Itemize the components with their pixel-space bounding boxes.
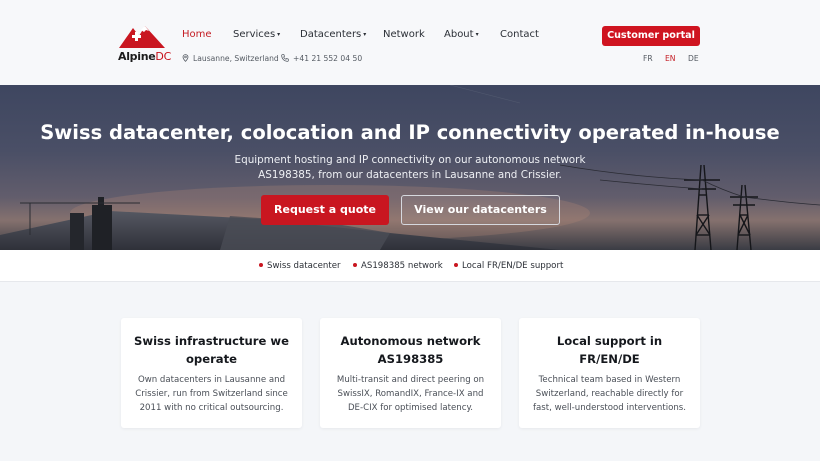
location-text: Lausanne, Switzerland: [193, 54, 279, 63]
feature-card-network: Autonomous network AS198385 Multi-transi…: [320, 318, 501, 428]
view-datacenters-button[interactable]: View our datacenters: [401, 195, 560, 225]
feature-title-line: Swiss infrastructure we: [134, 334, 289, 348]
hero-title: Swiss datacenter, colocation and IP conn…: [40, 121, 780, 144]
chevron-down-icon: ▾: [363, 31, 367, 38]
highlight-item: Local FR/EN/DE support: [454, 261, 563, 271]
feature-title: Swiss infrastructure we operate: [129, 332, 294, 368]
location-info: Lausanne, Switzerland: [182, 54, 279, 64]
feature-text: Multi-transit and direct peering on Swis…: [328, 373, 493, 415]
feature-text-line: Multi-transit and direct peering on: [336, 375, 485, 385]
feature-text-line: Own datacenters in Lausanne and: [137, 375, 286, 385]
feature-title: Local support in FR/EN/DE: [527, 332, 692, 368]
phone-icon: [281, 54, 289, 64]
feature-text-line: DE-CIX for optimised latency.: [347, 403, 474, 413]
nav-item-network[interactable]: Network: [383, 29, 425, 40]
hero-subtitle-line: AS198385, from our datacenters in Lausan…: [258, 169, 562, 181]
feature-text-line: SwissIX, RomandIX, France-IX and: [337, 389, 484, 399]
hero-subtitle: Equipment hosting and IP connectivity on…: [210, 153, 610, 183]
feature-text-line: Switzerland, reachable directly for: [535, 389, 684, 399]
brand-logo[interactable]: AlpineDC: [118, 24, 171, 64]
bullet-dot-icon: [454, 263, 458, 267]
brand-suffix: DC: [155, 50, 171, 63]
feature-title-line: Autonomous network: [340, 334, 481, 348]
feature-text-line: 2011 with no critical outsourcing.: [139, 403, 284, 413]
feature-card-support: Local support in FR/EN/DE Technical team…: [519, 318, 700, 428]
nav-item-about[interactable]: About ▾: [444, 29, 479, 40]
lang-en[interactable]: EN: [665, 54, 675, 63]
nav-label: Datacenters: [300, 29, 362, 40]
feature-text-line: Crissier, run from Switzerland since: [135, 389, 288, 399]
chevron-down-icon: ▾: [277, 31, 281, 38]
hero-banner: Swiss datacenter, colocation and IP conn…: [0, 85, 820, 250]
feature-title-line: operate: [185, 352, 238, 366]
phone-text: +41 21 552 04 50: [293, 54, 363, 63]
nav-item-datacenters[interactable]: Datacenters ▾: [300, 29, 366, 40]
feature-text-line: fast, well-understood interventions.: [532, 403, 687, 413]
hero-subtitle-line: Equipment hosting and IP connectivity on…: [234, 154, 586, 166]
nav-label: Network: [383, 29, 425, 40]
nav-item-services[interactable]: Services ▾: [233, 29, 280, 40]
nav-label: Services: [233, 29, 276, 40]
map-pin-icon: [182, 54, 189, 64]
lang-fr[interactable]: FR: [643, 54, 653, 63]
highlight-item: AS198385 network: [353, 261, 443, 271]
site-header: AlpineDC Home Services ▾ Datacenters ▾ Net…: [0, 0, 820, 85]
phone-info[interactable]: +41 21 552 04 50: [281, 54, 362, 64]
customer-portal-button[interactable]: Customer portal: [602, 26, 700, 46]
feature-title: Autonomous network AS198385: [328, 332, 493, 368]
mountain-logo-icon: [119, 26, 165, 48]
nav-label: About: [444, 29, 474, 40]
highlights-strip: Swiss datacenter AS198385 network Local …: [0, 250, 820, 282]
feature-text: Technical team based in Western Switzerl…: [527, 373, 692, 415]
highlight-text: Swiss datacenter: [267, 261, 341, 271]
nav-item-home[interactable]: Home: [182, 29, 212, 40]
bullet-dot-icon: [353, 263, 357, 267]
lang-de[interactable]: DE: [688, 54, 699, 63]
highlight-item: Swiss datacenter: [259, 261, 341, 271]
brand-wordmark: AlpineDC: [118, 50, 171, 63]
brand-name: Alpine: [118, 50, 156, 63]
feature-title-line: AS198385: [377, 352, 444, 366]
highlight-text: AS198385 network: [361, 261, 443, 271]
chevron-down-icon: ▾: [475, 31, 479, 38]
nav-label: Home: [182, 29, 212, 40]
nav-label: Contact: [500, 29, 539, 40]
feature-text-line: Technical team based in Western: [538, 375, 681, 385]
nav-item-contact[interactable]: Contact: [500, 29, 539, 40]
feature-title-line: FR/EN/DE: [579, 352, 640, 366]
feature-title-line: Local support in: [556, 334, 663, 348]
request-quote-button[interactable]: Request a quote: [261, 195, 389, 225]
bullet-dot-icon: [259, 263, 263, 267]
feature-text: Own datacenters in Lausanne and Crissier…: [129, 373, 294, 415]
highlight-text: Local FR/EN/DE support: [462, 261, 564, 271]
feature-card-infrastructure: Swiss infrastructure we operate Own data…: [121, 318, 302, 428]
